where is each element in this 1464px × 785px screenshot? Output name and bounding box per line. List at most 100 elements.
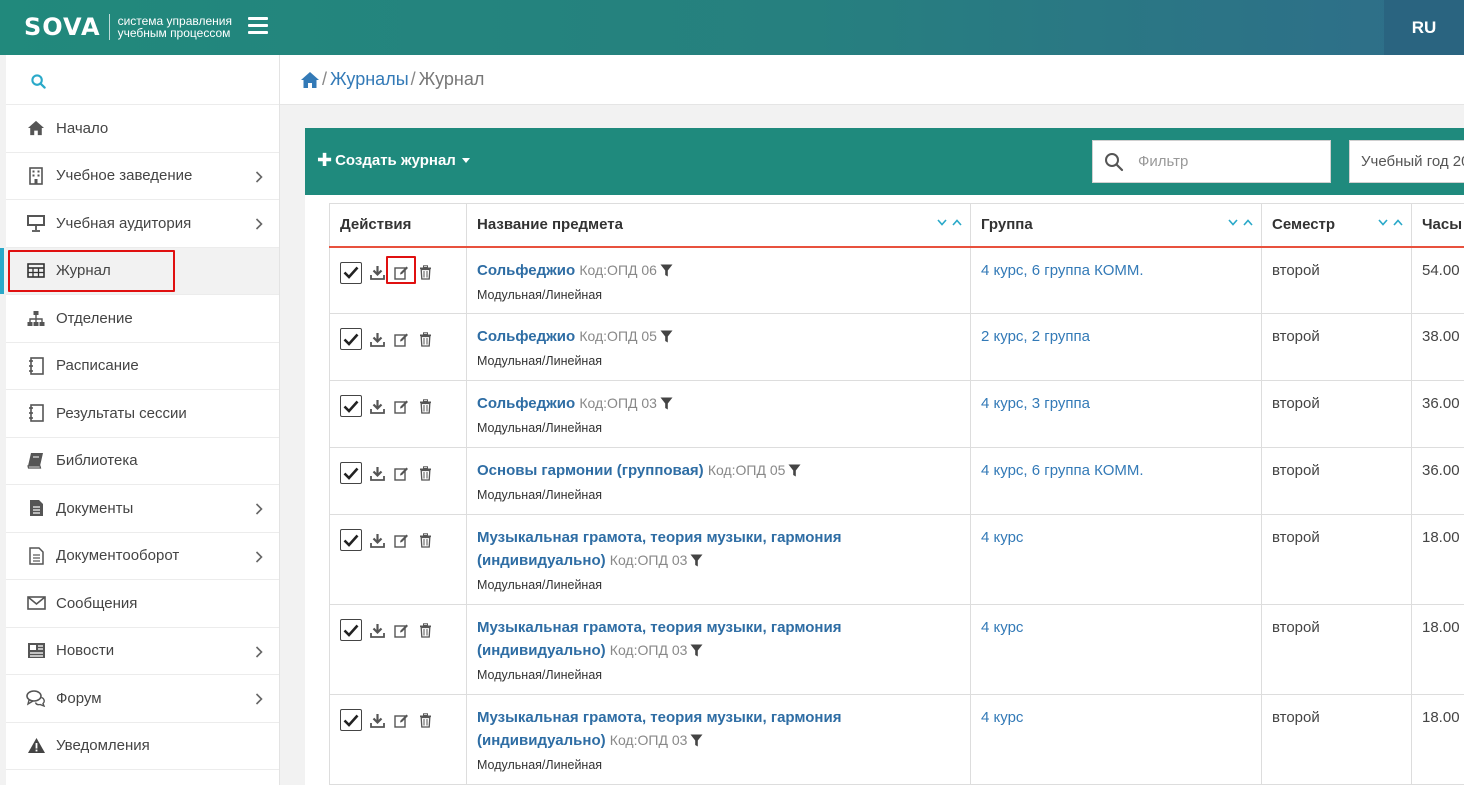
- trash-icon[interactable]: [415, 530, 435, 550]
- row-checkbox[interactable]: [340, 462, 362, 484]
- sidebar-item-6[interactable]: Результаты сессии: [6, 390, 279, 438]
- chevron-right-icon: [255, 645, 263, 658]
- app-logo[interactable]: SOVA система управления учебным процессо…: [24, 12, 258, 42]
- filter-funnel-icon[interactable]: [660, 264, 673, 277]
- download-icon[interactable]: [367, 396, 387, 416]
- table-row: Музыкальная грамота, теория музыки, гарм…: [329, 694, 1464, 785]
- language-switch[interactable]: RU: [1384, 0, 1464, 55]
- sort-desc-icon[interactable]: [1378, 219, 1388, 226]
- academic-year-select[interactable]: Учебный год 20: [1349, 140, 1464, 183]
- download-icon[interactable]: [367, 620, 387, 640]
- sort-asc-icon[interactable]: [1393, 219, 1403, 226]
- chevron-right-icon: [255, 503, 263, 515]
- sidebar-item-11[interactable]: Новости: [6, 628, 279, 675]
- edit-icon[interactable]: [391, 396, 411, 416]
- sidebar-item-7[interactable]: Библиотека: [6, 438, 279, 485]
- actions-cell: [329, 694, 467, 785]
- hours-cell: 36.00: [1411, 380, 1464, 448]
- header-semester[interactable]: Семестр: [1261, 203, 1412, 248]
- book-icon: [26, 451, 46, 471]
- group-link[interactable]: 4 курс: [981, 709, 1023, 726]
- sidebar-item-12[interactable]: Форум: [6, 675, 279, 723]
- trash-icon[interactable]: [415, 620, 435, 640]
- sidebar-item-label: Расписание: [56, 357, 139, 375]
- download-icon[interactable]: [367, 329, 387, 349]
- trash-icon[interactable]: [415, 463, 435, 483]
- trash-icon[interactable]: [415, 263, 435, 283]
- download-icon[interactable]: [367, 263, 387, 283]
- header-group[interactable]: Группа: [970, 203, 1262, 248]
- row-checkbox[interactable]: [340, 395, 362, 417]
- sidebar-item-2[interactable]: Учебная аудитория: [6, 200, 279, 248]
- header-actions: Действия: [329, 203, 467, 248]
- breadcrumb-separator: /: [322, 69, 328, 89]
- sidebar-item-9[interactable]: Документооборот: [6, 533, 279, 580]
- row-checkbox[interactable]: [340, 619, 362, 641]
- group-link[interactable]: 4 курс: [981, 619, 1023, 636]
- sidebar-item-4[interactable]: Отделение: [6, 295, 279, 343]
- header-subject[interactable]: Название предмета: [466, 203, 971, 248]
- sort-asc-icon[interactable]: [952, 219, 962, 226]
- sidebar-item-label: Журнал: [56, 262, 111, 280]
- menu-toggle-icon[interactable]: [248, 17, 268, 35]
- filter-funnel-icon[interactable]: [690, 554, 703, 567]
- search-icon[interactable]: [31, 74, 46, 89]
- sidebar-item-0[interactable]: Начало: [6, 105, 279, 153]
- sort-asc-icon[interactable]: [1243, 219, 1253, 226]
- sidebar-item-1[interactable]: Учебное заведение: [6, 153, 279, 200]
- create-journal-button[interactable]: ✚ Создать журнал: [317, 150, 470, 171]
- trash-icon[interactable]: [415, 396, 435, 416]
- group-cell: 4 курс, 6 группа КОММ.: [970, 447, 1262, 515]
- edit-icon[interactable]: [391, 620, 411, 640]
- group-link[interactable]: 4 курс, 6 группа КОММ.: [981, 262, 1144, 279]
- semester-value: второй: [1272, 395, 1320, 412]
- sort-desc-icon[interactable]: [937, 219, 947, 226]
- sort-desc-icon[interactable]: [1228, 219, 1238, 226]
- filter-funnel-icon[interactable]: [660, 330, 673, 343]
- breadcrumb-current: Журнал: [418, 69, 485, 89]
- row-checkbox[interactable]: [340, 328, 362, 350]
- filter-funnel-icon[interactable]: [690, 644, 703, 657]
- subject-cell: Основы гармонии (групповая) Код:ОПД 05 Мо…: [466, 447, 971, 515]
- sort-controls[interactable]: [937, 219, 962, 226]
- sidebar-item-10[interactable]: Сообщения: [6, 580, 279, 628]
- download-icon[interactable]: [367, 710, 387, 730]
- filter-funnel-icon[interactable]: [660, 397, 673, 410]
- breadcrumb-journals-link[interactable]: Журналы: [330, 69, 409, 90]
- sidebar-search[interactable]: [6, 55, 279, 105]
- group-link[interactable]: 4 курс: [981, 529, 1023, 546]
- edit-icon[interactable]: [391, 463, 411, 483]
- sort-controls[interactable]: [1228, 219, 1253, 226]
- sort-controls[interactable]: [1378, 219, 1403, 226]
- edit-icon[interactable]: [391, 329, 411, 349]
- trash-icon[interactable]: [415, 710, 435, 730]
- sidebar-item-13[interactable]: Уведомления: [6, 723, 279, 770]
- subject-link[interactable]: Сольфеджио: [477, 328, 575, 345]
- filter-input[interactable]: [1138, 153, 1308, 170]
- subject-link[interactable]: Сольфеджио: [477, 262, 575, 279]
- filter-funnel-icon[interactable]: [788, 464, 801, 477]
- edit-icon[interactable]: [391, 710, 411, 730]
- sidebar-item-8[interactable]: Документы: [6, 485, 279, 533]
- download-icon[interactable]: [367, 530, 387, 550]
- home-icon[interactable]: [300, 71, 320, 89]
- group-link[interactable]: 4 курс, 3 группа: [981, 395, 1090, 412]
- filter-funnel-icon[interactable]: [690, 734, 703, 747]
- subject-link[interactable]: Сольфеджио: [477, 395, 575, 412]
- sidebar-item-5[interactable]: Расписание: [6, 343, 279, 390]
- sidebar-item-3[interactable]: Журнал: [0, 247, 279, 295]
- group-link[interactable]: 2 курс, 2 группа: [981, 328, 1090, 345]
- group-link[interactable]: 4 курс, 6 группа КОММ.: [981, 462, 1144, 479]
- chevron-right-icon: [255, 170, 263, 183]
- trash-icon[interactable]: [415, 329, 435, 349]
- journal-mode: Модульная/Линейная: [477, 758, 603, 772]
- actions-cell: [329, 514, 467, 605]
- row-checkbox[interactable]: [340, 709, 362, 731]
- row-checkbox[interactable]: [340, 261, 362, 284]
- row-checkbox[interactable]: [340, 529, 362, 551]
- group-cell: 4 курс: [970, 694, 1262, 785]
- subject-link[interactable]: Основы гармонии (групповая): [477, 462, 704, 479]
- edit-icon[interactable]: [391, 263, 411, 283]
- edit-icon[interactable]: [391, 530, 411, 550]
- download-icon[interactable]: [367, 463, 387, 483]
